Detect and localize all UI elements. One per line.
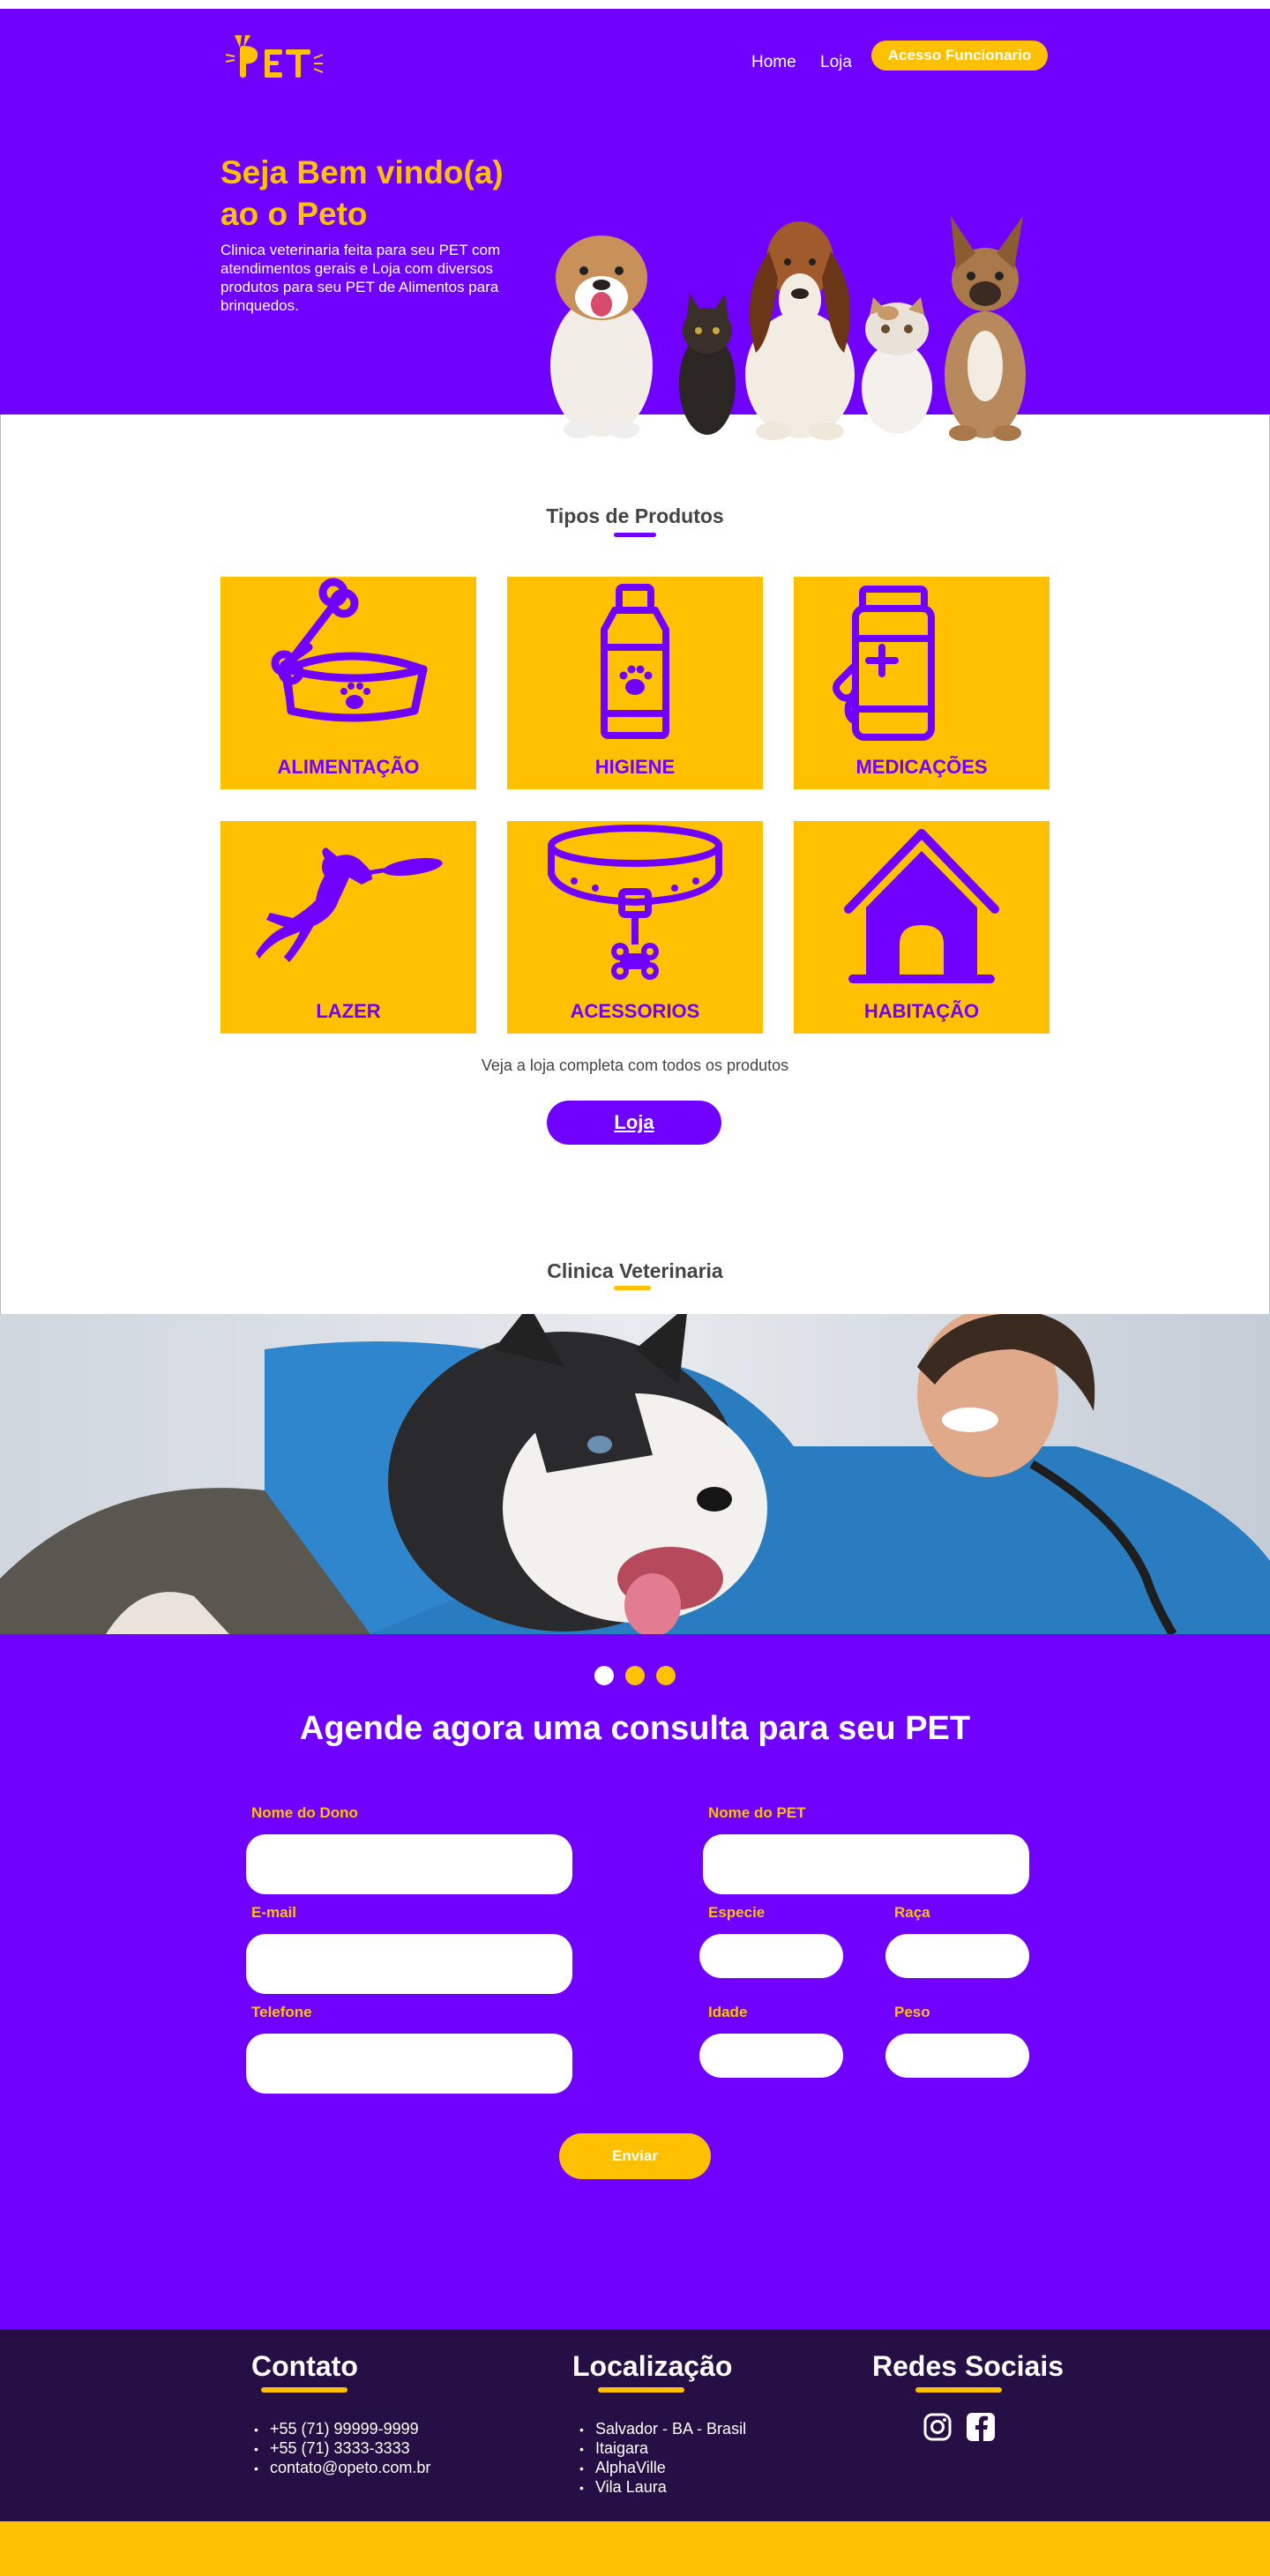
product-label: LAZER <box>316 1000 381 1022</box>
hero-title: Seja Bem vindo(a) ao o Peto <box>220 152 538 235</box>
product-label: ACESSORIOS <box>570 1000 700 1022</box>
bulldog-image <box>550 235 653 438</box>
staff-access-button[interactable]: Acesso Funcionario <box>871 41 1048 71</box>
product-card-higiene[interactable]: HIGIENE <box>507 577 763 789</box>
pet-name-label: Nome do PET <box>708 1804 806 1821</box>
owner-name-input[interactable] <box>246 1834 572 1894</box>
product-card-acessorios[interactable]: ACESSORIOS <box>507 821 763 1034</box>
pets-group-image <box>550 216 1026 441</box>
hero-section: Home Loja Acesso Funcionario Seja Bem vi… <box>0 9 1270 441</box>
facebook-icon[interactable] <box>966 2412 996 2442</box>
clinic-title-underline <box>614 1286 651 1290</box>
breed-label: Raça <box>894 1904 930 1921</box>
breed-input[interactable] <box>885 1934 1029 1978</box>
product-card-habitacao[interactable]: HABITAÇÃO <box>794 821 1050 1034</box>
product-label: HABITAÇÃO <box>863 1000 980 1022</box>
email-label: E-mail <box>251 1904 297 1921</box>
exotic-cat-image <box>862 297 932 434</box>
french-bulldog-image <box>945 216 1026 441</box>
location-item: Salvador - BA - Brasil <box>579 2420 746 2439</box>
contact-title-underline <box>261 2387 347 2393</box>
contact-phone-1[interactable]: +55 (71) 99999-9999 <box>254 2420 430 2439</box>
top-strip <box>0 0 1270 9</box>
contact-phone-2[interactable]: +55 (71) 3333-3333 <box>254 2439 430 2459</box>
food-bowl-icon <box>271 578 428 722</box>
instagram-icon[interactable] <box>923 2412 952 2442</box>
nav-home-link[interactable]: Home <box>751 53 804 72</box>
location-item: Itaigara <box>579 2439 746 2459</box>
shampoo-bottle-icon <box>601 584 669 739</box>
pet-name-input[interactable] <box>703 1834 1029 1894</box>
medicine-bottle-icon <box>833 586 935 741</box>
clinic-title: Clinica Veterinaria <box>547 1259 723 1282</box>
shop-text: Veja a loja completa com todos os produt… <box>481 1057 789 1074</box>
left-border <box>0 414 1 1314</box>
species-label: Especie <box>708 1904 766 1921</box>
pet-logo[interactable] <box>222 23 328 85</box>
email-input[interactable] <box>246 1934 572 1994</box>
product-label: MEDICAÇÕES <box>855 756 988 778</box>
dog-house-icon <box>844 829 999 983</box>
species-input[interactable] <box>699 1934 843 1978</box>
shop-button[interactable]: Loja <box>547 1101 721 1145</box>
products-title-underline <box>614 533 656 537</box>
nav-loja-link[interactable]: Loja <box>820 53 864 72</box>
vet-with-husky-image <box>0 1314 1270 1634</box>
contact-title: Contato <box>251 2350 358 2382</box>
product-label: ALIMENTAÇÃO <box>277 756 420 778</box>
black-kitten-image <box>679 294 736 435</box>
contact-email[interactable]: contato@opeto.com.br <box>254 2459 430 2478</box>
product-card-lazer[interactable]: LAZER <box>220 821 476 1034</box>
products-title: Tipos de Produtos <box>546 504 724 527</box>
carousel-dot-1[interactable] <box>594 1666 614 1685</box>
phone-input[interactable] <box>246 2034 572 2094</box>
social-title: Redes Sociais <box>872 2350 1064 2382</box>
weight-label: Peso <box>894 2004 930 2020</box>
carousel-dot-3[interactable] <box>656 1666 676 1685</box>
contact-list: +55 (71) 99999-9999 +55 (71) 3333-3333 c… <box>254 2420 430 2478</box>
footer-bottom-bar <box>0 2521 1270 2576</box>
location-list: Salvador - BA - Brasil Itaigara AlphaVil… <box>579 2420 746 2498</box>
age-input[interactable] <box>699 2034 843 2078</box>
product-card-alimentacao[interactable]: ALIMENTAÇÃO <box>220 577 476 789</box>
submit-button[interactable]: Enviar <box>559 2133 711 2179</box>
location-title-underline <box>598 2387 684 2393</box>
age-label: Idade <box>708 2004 748 2020</box>
dog-collar-icon <box>548 825 722 980</box>
phone-label: Telefone <box>251 2004 312 2020</box>
product-card-medicacoes[interactable]: MEDICAÇÕES <box>794 577 1050 789</box>
location-item: Vila Laura <box>579 2478 746 2498</box>
weight-input[interactable] <box>885 2034 1029 2078</box>
hero-title-line2: ao o Peto <box>220 196 368 232</box>
location-item: AlphaVille <box>579 2459 746 2478</box>
hero-title-line1: Seja Bem vindo(a) <box>220 154 504 190</box>
hero-description: Clinica veterinaria feita para seu PET c… <box>220 242 501 314</box>
booking-section: Agende agora uma consulta para seu PET N… <box>0 1634 1270 2329</box>
social-title-underline <box>915 2387 1002 2393</box>
booking-title: Agende agora uma consulta para seu PET <box>299 1710 971 1747</box>
carousel-dot-2[interactable] <box>625 1666 645 1685</box>
footer: Contato +55 (71) 99999-9999 +55 (71) 333… <box>0 2329 1270 2521</box>
product-label: HIGIENE <box>594 756 676 778</box>
owner-name-label: Nome do Dono <box>251 1804 358 1821</box>
location-title: Localização <box>572 2350 733 2382</box>
basset-hound-image <box>745 221 855 440</box>
dog-frisbee-icon <box>256 847 443 962</box>
